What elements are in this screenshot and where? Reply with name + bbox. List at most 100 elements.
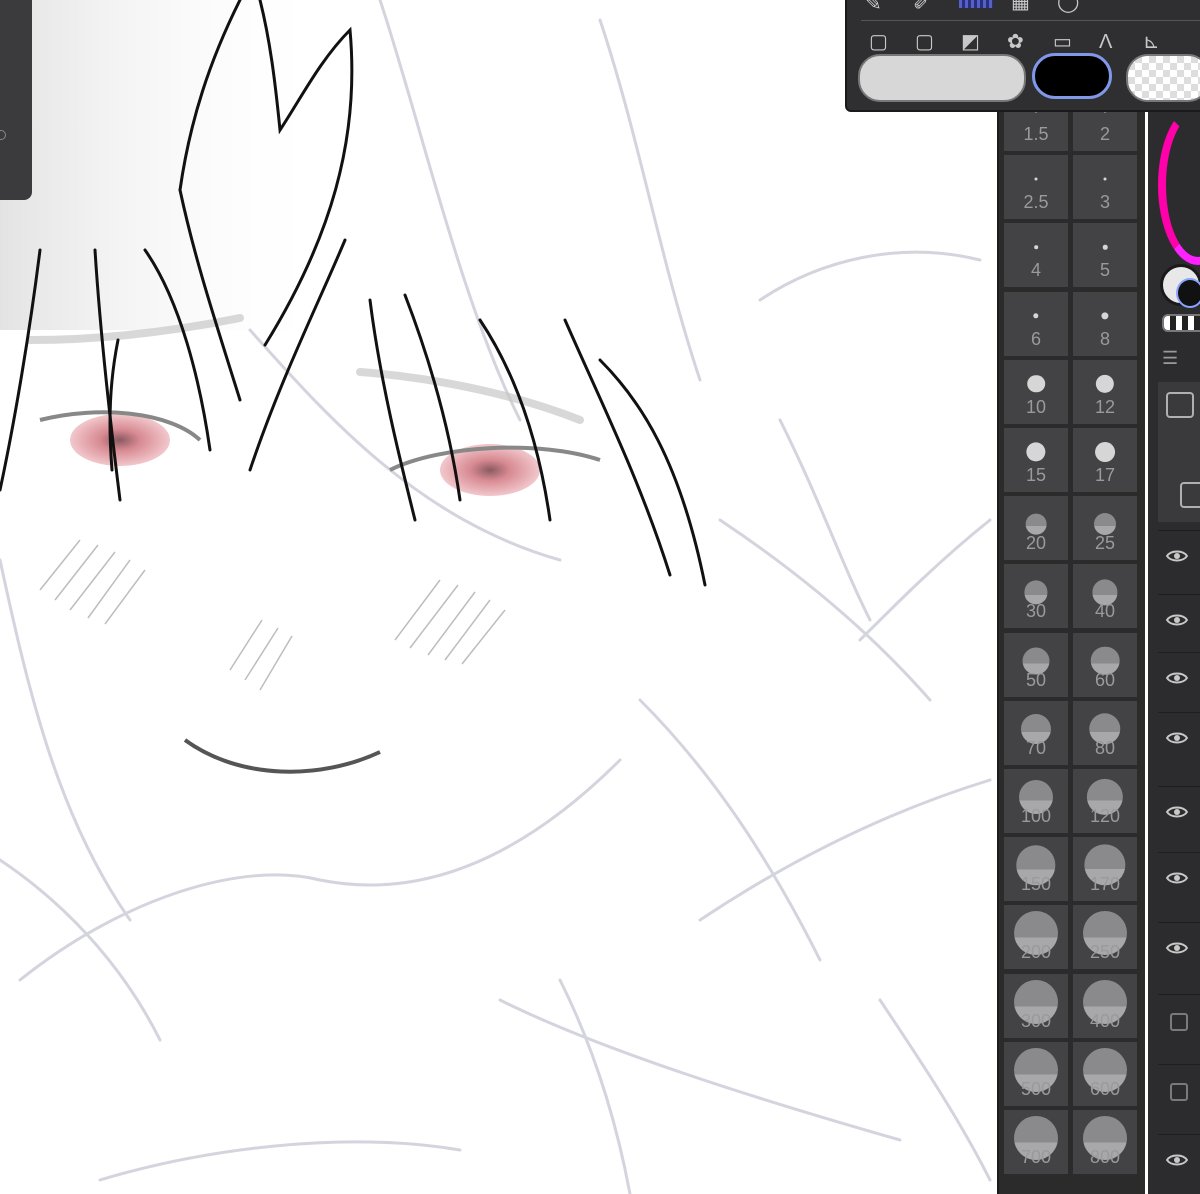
eye-icon[interactable] bbox=[1166, 1153, 1188, 1167]
brush-size-label: 400 bbox=[1089, 1010, 1121, 1031]
layer-row[interactable] bbox=[1158, 922, 1200, 981]
brush-size-label: 150 bbox=[1020, 874, 1052, 895]
artwork bbox=[0, 0, 992, 1194]
brush-size-170[interactable]: 170 bbox=[1072, 836, 1138, 903]
brush-size-label: 500 bbox=[1020, 1078, 1052, 1099]
pen-icon[interactable]: ✎ bbox=[865, 0, 882, 14]
layer-thumbnail-icon[interactable] bbox=[1166, 392, 1194, 418]
layer-row[interactable] bbox=[1158, 712, 1200, 771]
brush-size-50[interactable]: 50 bbox=[1003, 631, 1069, 698]
layer-mask-icon[interactable] bbox=[1180, 482, 1200, 508]
layer-row[interactable] bbox=[1158, 1064, 1200, 1123]
eye-icon[interactable] bbox=[1166, 731, 1188, 745]
visibility-checkbox[interactable] bbox=[1170, 1013, 1188, 1031]
brush-size-17[interactable]: 17 bbox=[1072, 427, 1138, 493]
brush-size-4[interactable]: 4 bbox=[1003, 222, 1069, 289]
eye-icon[interactable] bbox=[1166, 805, 1188, 819]
brush-size-label: 5 bbox=[1099, 260, 1110, 281]
color-swatch-black[interactable] bbox=[1032, 53, 1112, 99]
eye-icon[interactable] bbox=[1166, 671, 1188, 685]
layer-row[interactable] bbox=[1158, 594, 1200, 653]
layer-row[interactable] bbox=[1158, 652, 1200, 711]
corner-icon[interactable]: ⊾ bbox=[1143, 32, 1160, 52]
brush-size-700[interactable]: 700 bbox=[1003, 1109, 1069, 1175]
brush-size-600[interactable]: 600 bbox=[1072, 1040, 1138, 1107]
panel-handle-icon[interactable] bbox=[0, 130, 6, 140]
layer-row[interactable] bbox=[1158, 786, 1200, 845]
brush-size-120[interactable]: 120 bbox=[1072, 768, 1138, 834]
color-swatch-gray[interactable] bbox=[858, 54, 1026, 102]
brush-size-label: 200 bbox=[1020, 942, 1052, 963]
eraser-icon[interactable]: ✐ bbox=[913, 0, 930, 14]
brush-size-label: 20 bbox=[1025, 533, 1047, 554]
square-fill-icon[interactable]: ▢ bbox=[869, 32, 888, 52]
eye-icon[interactable] bbox=[1166, 871, 1188, 885]
ruler-icon[interactable]: ◩ bbox=[961, 32, 980, 52]
brush-size-80[interactable]: 80 bbox=[1072, 699, 1138, 766]
brush-size-label: 80 bbox=[1094, 737, 1116, 758]
brush-size-label: 600 bbox=[1089, 1078, 1121, 1099]
layer-row[interactable] bbox=[1158, 1134, 1200, 1193]
brush-size-palette[interactable]: 1.5 2 2.5 3 4 5 6 8 10 12 15 17 20 25 30 40 50 60 70 80 100 1… bbox=[997, 0, 1145, 1194]
brush-size-label: 4 bbox=[1030, 260, 1041, 281]
brush-size-25[interactable]: 25 bbox=[1072, 495, 1138, 562]
brush-size-label: 70 bbox=[1025, 737, 1047, 758]
brush-preview-dot bbox=[1027, 375, 1045, 393]
frame-icon[interactable]: ▭ bbox=[1053, 32, 1072, 52]
brush-size-label: 60 bbox=[1094, 669, 1116, 690]
brush-size-label: 2.5 bbox=[1023, 192, 1049, 213]
brush-size-60[interactable]: 60 bbox=[1072, 631, 1138, 698]
brush-size-15[interactable]: 15 bbox=[1003, 427, 1069, 493]
brush-size-label: 12 bbox=[1094, 396, 1116, 417]
gear-icon[interactable]: ✿ bbox=[1007, 32, 1024, 52]
lambda-icon[interactable]: Λ bbox=[1099, 32, 1112, 52]
eye-icon[interactable] bbox=[1166, 941, 1188, 955]
brush-size-300[interactable]: 300 bbox=[1003, 972, 1069, 1039]
brush-size-5[interactable]: 5 bbox=[1072, 222, 1138, 289]
brush-size-250[interactable]: 250 bbox=[1072, 904, 1138, 971]
layer-row[interactable] bbox=[1158, 994, 1200, 1053]
brush-size-label: 40 bbox=[1094, 601, 1116, 622]
brush-size-800[interactable]: 800 bbox=[1072, 1109, 1138, 1175]
drawing-canvas[interactable] bbox=[0, 0, 1000, 1194]
brush-size-8[interactable]: 8 bbox=[1072, 290, 1138, 357]
brush-size-500[interactable]: 500 bbox=[1003, 1040, 1069, 1107]
sub-color-swatch[interactable] bbox=[1176, 278, 1200, 308]
brush-size-20[interactable]: 20 bbox=[1003, 495, 1069, 562]
layer-row[interactable] bbox=[1158, 530, 1200, 589]
brush-size-label: 700 bbox=[1020, 1147, 1052, 1167]
brush-size-40[interactable]: 40 bbox=[1072, 563, 1138, 630]
eye-icon[interactable] bbox=[1166, 549, 1188, 563]
brush-size-30[interactable]: 30 bbox=[1003, 563, 1069, 630]
brush-size-6[interactable]: 6 bbox=[1003, 290, 1069, 357]
brush-size-400[interactable]: 400 bbox=[1072, 972, 1138, 1039]
layer-row[interactable] bbox=[1158, 852, 1200, 911]
brush-size-70[interactable]: 70 bbox=[1003, 699, 1069, 766]
brush-preview-dot bbox=[1102, 245, 1108, 250]
brush-preview-dot bbox=[1034, 177, 1038, 181]
transparency-strip[interactable] bbox=[1162, 314, 1200, 332]
texture-icon[interactable] bbox=[959, 0, 993, 8]
brush-size-150[interactable]: 150 bbox=[1003, 836, 1069, 903]
brush-size-200[interactable]: 200 bbox=[1003, 904, 1069, 971]
brush-size-12[interactable]: 12 bbox=[1072, 358, 1138, 425]
brush-size-3[interactable]: 3 bbox=[1072, 154, 1138, 221]
brush-size-label: 6 bbox=[1030, 328, 1041, 349]
square-outline-icon[interactable]: ▢ bbox=[915, 32, 934, 52]
brush-size-label: 10 bbox=[1025, 396, 1047, 417]
brush-size-10[interactable]: 10 bbox=[1003, 358, 1069, 425]
brush-size-100[interactable]: 100 bbox=[1003, 768, 1069, 834]
speech-bubble-icon[interactable]: ◯ bbox=[1057, 0, 1079, 12]
brush-preview-dot bbox=[1034, 245, 1038, 250]
layer-menu-icon[interactable]: ☰ bbox=[1162, 348, 1178, 369]
brush-size-label: 170 bbox=[1089, 874, 1121, 895]
brush-preview-dot bbox=[1101, 312, 1109, 320]
grid-icon[interactable]: ▦ bbox=[1011, 0, 1030, 12]
color-swatch-transparent[interactable] bbox=[1126, 54, 1200, 102]
brush-size-label: 300 bbox=[1020, 1010, 1052, 1031]
eye-icon[interactable] bbox=[1166, 613, 1188, 627]
visibility-checkbox[interactable] bbox=[1170, 1083, 1188, 1101]
brush-size-2.5[interactable]: 2.5 bbox=[1003, 154, 1069, 221]
left-tool-panel[interactable] bbox=[0, 0, 32, 200]
brush-size-label: 25 bbox=[1094, 533, 1116, 554]
